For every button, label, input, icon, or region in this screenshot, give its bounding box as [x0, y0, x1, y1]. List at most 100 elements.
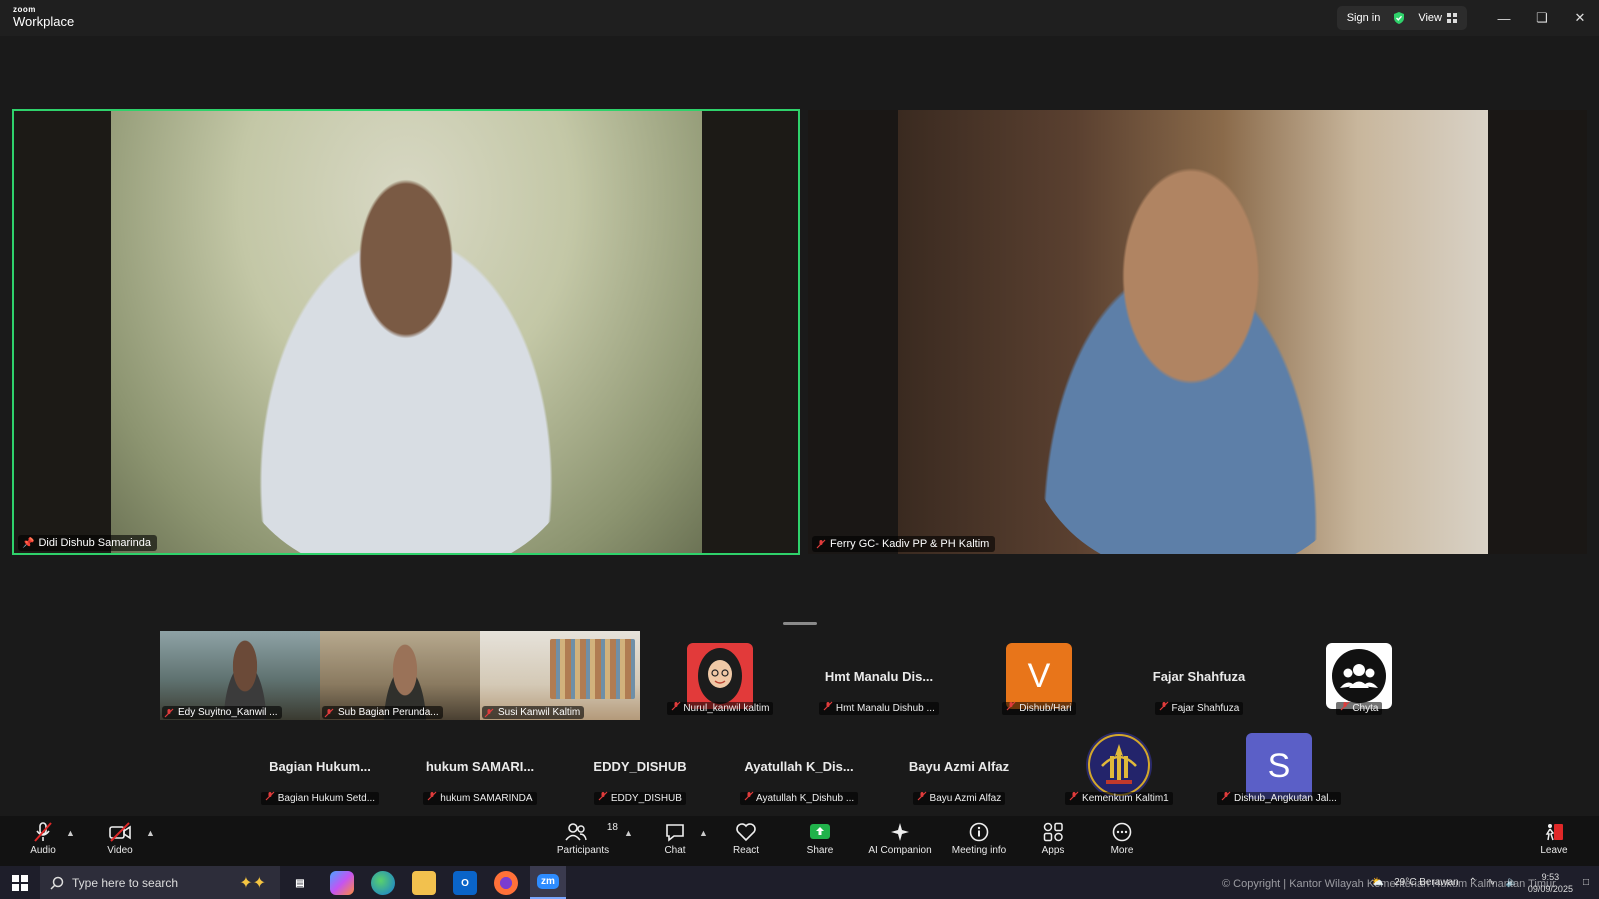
participant-name-tag: Fajar Shahfuza: [1120, 701, 1278, 715]
info-icon: [969, 822, 989, 842]
view-label: View: [1418, 12, 1442, 24]
participant-display-name: hukum SAMARI...: [425, 759, 535, 774]
resize-handle[interactable]: [783, 622, 817, 625]
participant-name: Kemenkum Kaltim1: [1082, 793, 1169, 804]
video-tile-speaker-2[interactable]: Ferry GC- Kadiv PP & PH Kaltim: [808, 110, 1587, 554]
audio-label: Audio: [30, 845, 56, 856]
react-button[interactable]: React: [711, 822, 781, 856]
participant-display-name: Bayu Azmi Alfaz: [908, 759, 1010, 774]
minimize-icon: —: [1497, 10, 1511, 26]
chat-label: Chat: [664, 845, 686, 856]
participant-video: [898, 110, 1488, 554]
participant-tile[interactable]: Kemenkum Kaltim1: [1040, 721, 1198, 810]
task-view-icon[interactable]: ▤: [288, 871, 312, 895]
participant-tile[interactable]: Ayatullah K_Dis... Ayatullah K_Dishub ..…: [720, 721, 878, 810]
video-label: Video: [107, 845, 133, 856]
outlook-icon[interactable]: O: [453, 871, 477, 895]
notifications-icon[interactable]: □: [1583, 877, 1589, 888]
file-explorer-icon[interactable]: [412, 871, 436, 895]
participant-name-tag: Dishub_Angkutan Jal...: [1200, 791, 1358, 805]
heart-icon: [736, 823, 756, 842]
thumbnail-name-tag: Edy Suyitno_Kanwil ...: [162, 706, 282, 719]
share-button[interactable]: Share: [785, 822, 855, 856]
audio-options-chevron-icon[interactable]: ▲: [66, 828, 75, 838]
muted-mic-icon: [428, 791, 437, 801]
participants-button[interactable]: 18 Participants: [548, 822, 618, 856]
avatar: V: [1006, 643, 1072, 709]
close-button[interactable]: ✕: [1561, 0, 1599, 36]
ai-companion-label: AI Companion: [868, 845, 932, 856]
copyright-watermark: © Copyright | Kantor Wilayah Kementerian…: [1222, 878, 1556, 890]
chat-options-chevron-icon[interactable]: ▲: [699, 828, 708, 838]
zoom-workplace-logo: zoom Workplace: [13, 6, 74, 29]
video-options-chevron-icon[interactable]: ▲: [146, 828, 155, 838]
video-button[interactable]: Video: [85, 822, 155, 856]
more-label: More: [1110, 845, 1134, 856]
participant-name: Dishub/Hari: [1019, 703, 1072, 714]
participant-name: Bayu Azmi Alfaz: [929, 793, 1002, 804]
muted-mic-icon: [1069, 791, 1079, 801]
zoom-app: zoom Workplace Sign in View — ❏ ✕ 📌 Didi…: [0, 0, 1599, 899]
leave-button[interactable]: Leave: [1524, 822, 1584, 856]
more-dots-icon: [1112, 822, 1132, 842]
minimize-button[interactable]: —: [1485, 0, 1523, 36]
participant-tile[interactable]: Fajar Shahfuza Fajar Shahfuza: [1120, 631, 1278, 720]
meeting-info-label: Meeting info: [951, 845, 1007, 856]
restore-button[interactable]: ❏: [1523, 0, 1561, 36]
more-button[interactable]: More: [1087, 822, 1157, 856]
participant-name: Bagian Hukum Setd...: [277, 793, 376, 804]
muted-mic-icon: [265, 791, 275, 801]
video-thumbnail[interactable]: Susi Kanwil Kaltim: [480, 631, 640, 720]
view-button[interactable]: View: [1418, 12, 1457, 24]
avatar-initial: S: [1267, 746, 1291, 785]
start-button[interactable]: [12, 875, 28, 896]
video-thumbnail[interactable]: Sub Bagian Perunda...: [320, 631, 480, 720]
leave-label: Leave: [1540, 845, 1568, 856]
avatar-initial: V: [1027, 656, 1051, 695]
participant-tile[interactable]: Nurul_kanwil kaltim: [641, 631, 799, 720]
participant-name: hukum SAMARINDA: [440, 793, 533, 804]
participant-tile[interactable]: Hmt Manalu Dis... Hmt Manalu Dishub ...: [800, 631, 958, 720]
participant-tile[interactable]: EDDY_DISHUB EDDY_DISHUB: [561, 721, 719, 810]
video-tile-active-speaker[interactable]: 📌 Didi Dishub Samarinda: [12, 109, 800, 555]
participant-display-name: Fajar Shahfuza: [1152, 669, 1246, 684]
participants-count: 18: [606, 822, 618, 833]
copilot-icon[interactable]: [330, 871, 354, 895]
share-label: Share: [806, 845, 834, 856]
muted-mic-icon: [1159, 701, 1169, 711]
edge-browser-icon[interactable]: [371, 871, 395, 895]
participant-tile[interactable]: V Dishub/Hari: [960, 631, 1118, 720]
grid-view-icon: [1447, 13, 1457, 23]
participant-name: Fajar Shahfuza: [1171, 703, 1240, 714]
security-shield-icon[interactable]: [1392, 11, 1406, 25]
participant-display-name: Hmt Manalu Dis...: [824, 669, 934, 684]
hijab-avatar-icon: [698, 648, 742, 704]
muted-mic-icon: [324, 708, 334, 717]
thumbnail-name-tag: Susi Kanwil Kaltim: [482, 706, 585, 719]
avatar: [1086, 732, 1152, 798]
zoom-taskbar-icon[interactable]: zm: [530, 866, 566, 899]
firefox-icon[interactable]: [494, 871, 518, 895]
participant-tile[interactable]: Bayu Azmi Alfaz Bayu Azmi Alfaz: [880, 721, 1038, 810]
video-thumbnail[interactable]: Edy Suyitno_Kanwil ...: [160, 631, 320, 720]
participant-name: Sub Bagian Perunda...: [338, 707, 439, 718]
ai-companion-button[interactable]: AI Companion: [864, 822, 936, 856]
participant-tile[interactable]: hukum SAMARI... hukum SAMARINDA: [401, 721, 559, 810]
sign-in-button[interactable]: Sign in: [1347, 12, 1381, 24]
participant-figure: [221, 171, 591, 553]
participant-name-tag: Hmt Manalu Dishub ...: [800, 701, 958, 715]
apps-icon: [1043, 822, 1063, 842]
muted-mic-icon: [484, 708, 494, 717]
participant-name-tag: Chyta: [1280, 701, 1438, 715]
participant-tile[interactable]: Chyta: [1280, 631, 1438, 720]
meeting-info-button[interactable]: Meeting info: [944, 822, 1014, 856]
participant-tile[interactable]: Bagian Hukum... Bagian Hukum Setd...: [241, 721, 399, 810]
participants-options-chevron-icon[interactable]: ▲: [624, 828, 633, 838]
avatar: [1326, 643, 1392, 709]
taskbar-search-input[interactable]: Type here to search ✦✦: [40, 866, 280, 899]
speaker-name-tag: 📌 Didi Dishub Samarinda: [18, 535, 157, 551]
apps-button[interactable]: Apps: [1018, 822, 1088, 856]
muted-mic-icon: [1007, 701, 1016, 711]
speaker-name-tag: Ferry GC- Kadiv PP & PH Kaltim: [812, 536, 996, 552]
participant-tile[interactable]: S Dishub_Angkutan Jal...: [1200, 721, 1358, 810]
